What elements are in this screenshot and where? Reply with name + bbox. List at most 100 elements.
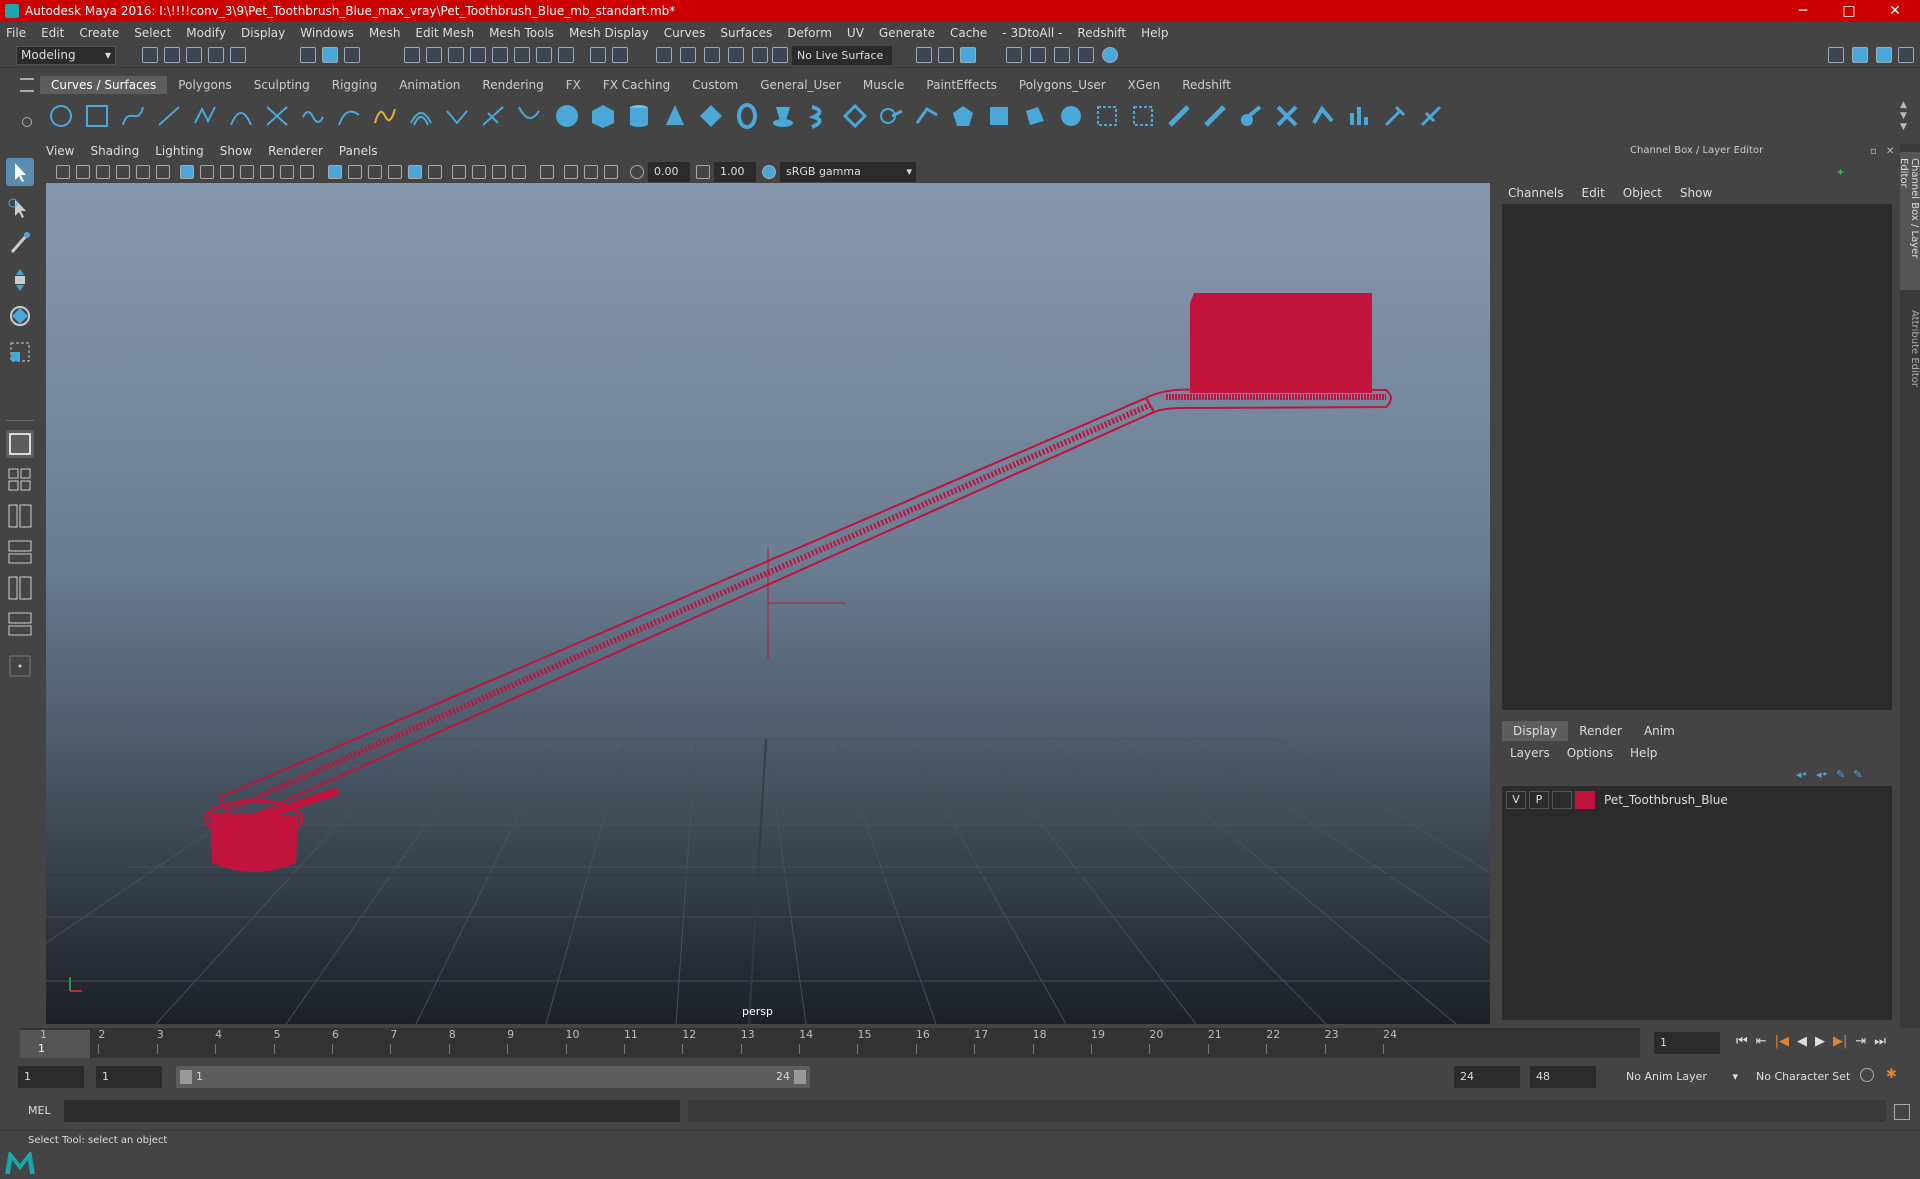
magnet-icon[interactable] — [772, 47, 788, 63]
nurbs-cylinder-icon[interactable] — [626, 103, 652, 129]
viewport-menu-view[interactable]: View — [46, 144, 74, 162]
attach-surfaces-icon[interactable] — [1238, 103, 1264, 129]
boundary-icon[interactable] — [986, 103, 1012, 129]
wireframe-icon[interactable] — [328, 165, 342, 179]
viewport-menu-panels[interactable]: Panels — [339, 144, 378, 162]
nurbs-square-icon[interactable] — [84, 103, 110, 129]
render-setup-icon[interactable] — [1054, 47, 1070, 63]
pet-toothbrush-model[interactable] — [204, 293, 1392, 872]
shelf-menu-icon[interactable] — [20, 78, 34, 92]
menu-set-dropdown[interactable]: Modeling ▾ — [16, 46, 116, 65]
untrim-icon[interactable] — [1202, 103, 1228, 129]
menu-surfaces[interactable]: Surfaces — [720, 26, 772, 40]
select-tool-settings-icon[interactable] — [612, 47, 628, 63]
nurbs-cone-icon[interactable] — [662, 103, 688, 129]
channel-box-toggle-icon[interactable] — [1876, 47, 1892, 63]
shelf-tab-muscle[interactable]: Muscle — [852, 76, 916, 94]
go-to-end-icon[interactable]: ⏭ — [1874, 1034, 1886, 1049]
move-layer-down-icon[interactable]: ◂• — [1816, 768, 1828, 781]
viewport-menu-lighting[interactable]: Lighting — [155, 144, 204, 162]
viewport-persp[interactable]: persp — [46, 183, 1490, 1024]
menu-curves[interactable]: Curves — [664, 26, 706, 40]
field-chart-icon[interactable] — [260, 165, 274, 179]
safe-title-icon[interactable] — [300, 165, 314, 179]
range-start-handle[interactable] — [180, 1070, 192, 1084]
birail-icon[interactable] — [914, 103, 940, 129]
channel-menu-channels[interactable]: Channels — [1508, 186, 1564, 200]
nurbs-sphere-icon[interactable] — [554, 103, 580, 129]
layer-playback-toggle[interactable]: P — [1529, 791, 1549, 809]
menu-cache[interactable]: Cache — [950, 26, 987, 40]
auto-key-icon[interactable] — [1860, 1068, 1874, 1082]
select-tool-icon[interactable] — [6, 158, 34, 186]
animation-start-field[interactable]: 1 — [18, 1066, 84, 1088]
history-icon[interactable] — [536, 47, 552, 63]
gate-mask-icon[interactable] — [240, 165, 254, 179]
soft-select-icon[interactable] — [728, 47, 744, 63]
bevel-icon[interactable] — [1058, 103, 1084, 129]
input-ops-icon[interactable] — [656, 47, 672, 63]
playback-start-field[interactable]: 1 — [96, 1066, 162, 1088]
open-close-surfaces-icon[interactable] — [1310, 103, 1336, 129]
shelf-tab-redshift[interactable]: Redshift — [1171, 76, 1242, 94]
camera-attributes-icon[interactable] — [76, 165, 90, 179]
playback-end-field[interactable]: 24 — [1454, 1066, 1520, 1088]
render-settings-icon[interactable] — [1006, 47, 1022, 63]
shelf-tab-rigging[interactable]: Rigging — [321, 76, 388, 94]
new-scene-icon[interactable] — [142, 47, 158, 63]
menu-windows[interactable]: Windows — [300, 26, 354, 40]
layer-tab-render[interactable]: Render — [1568, 721, 1633, 741]
image-plane-icon[interactable] — [116, 165, 130, 179]
shelf-tab-rendering[interactable]: Rendering — [471, 76, 554, 94]
gamma-field[interactable]: 1.00 — [714, 162, 756, 182]
step-forward-frame-icon[interactable]: ▶| — [1833, 1034, 1847, 1049]
intersect-icon[interactable] — [1130, 103, 1156, 129]
command-language-label[interactable]: MEL — [28, 1104, 51, 1117]
nurbs-plane-icon[interactable] — [698, 103, 724, 129]
viewport-menu-renderer[interactable]: Renderer — [268, 144, 323, 162]
shelf-tab-fx-caching[interactable]: FX Caching — [592, 76, 681, 94]
color-management-icon[interactable] — [762, 165, 776, 179]
shelf-tab-custom[interactable]: Custom — [681, 76, 749, 94]
grid-toggle-icon[interactable] — [180, 165, 194, 179]
construction-history-icon[interactable] — [704, 47, 720, 63]
menu-uv[interactable]: UV — [847, 26, 864, 40]
menu-mesh-tools[interactable]: Mesh Tools — [489, 26, 554, 40]
motion-blur-icon[interactable] — [472, 165, 486, 179]
single-perspective-layout-icon[interactable] — [6, 430, 34, 458]
reflection-icon[interactable] — [752, 47, 768, 63]
range-slider[interactable]: 1 24 — [176, 1066, 810, 1088]
loft-icon[interactable] — [806, 103, 832, 129]
xray-icon[interactable] — [564, 165, 578, 179]
lock-icon[interactable] — [590, 47, 606, 63]
view-transform-dropdown[interactable]: sRGB gamma ▾ — [780, 162, 916, 182]
channel-box-list[interactable] — [1502, 204, 1892, 710]
snap-surface-icon[interactable] — [470, 47, 486, 63]
layer-display-type[interactable] — [1552, 791, 1572, 809]
wireframe-on-shaded-icon[interactable] — [368, 165, 382, 179]
hypershade-layout-icon[interactable] — [6, 574, 34, 602]
command-input[interactable] — [64, 1100, 680, 1122]
rebuild-curve-icon[interactable] — [444, 103, 470, 129]
nurbs-circle-icon[interactable] — [48, 103, 74, 129]
snap-point-icon[interactable] — [448, 47, 464, 63]
close-panel-icon[interactable]: ✕ — [1886, 146, 1894, 157]
2d-pan-zoom-icon[interactable] — [136, 165, 150, 179]
layer-visibility-toggle[interactable]: V — [1506, 791, 1526, 809]
viewport-menu-show[interactable]: Show — [220, 144, 252, 162]
menu-help[interactable]: Help — [1141, 26, 1168, 40]
menu-edit[interactable]: Edit — [41, 26, 64, 40]
offset-curve-icon[interactable] — [408, 103, 434, 129]
multisample-aa-icon[interactable] — [492, 165, 506, 179]
sculpt-geometry-icon[interactable] — [1382, 103, 1408, 129]
revolve-icon[interactable] — [770, 103, 796, 129]
redshift-icon[interactable] — [1102, 47, 1118, 63]
animation-preferences-icon[interactable]: ✱ — [1886, 1068, 1900, 1082]
menu-mesh[interactable]: Mesh — [369, 26, 401, 40]
menu-edit-mesh[interactable]: Edit Mesh — [415, 26, 474, 40]
snap-grid-icon[interactable] — [404, 47, 420, 63]
extrude-icon[interactable] — [878, 103, 904, 129]
menu-select[interactable]: Select — [134, 26, 171, 40]
select-by-hierarchy-icon[interactable] — [300, 47, 316, 63]
move-tool-icon[interactable] — [6, 266, 34, 294]
